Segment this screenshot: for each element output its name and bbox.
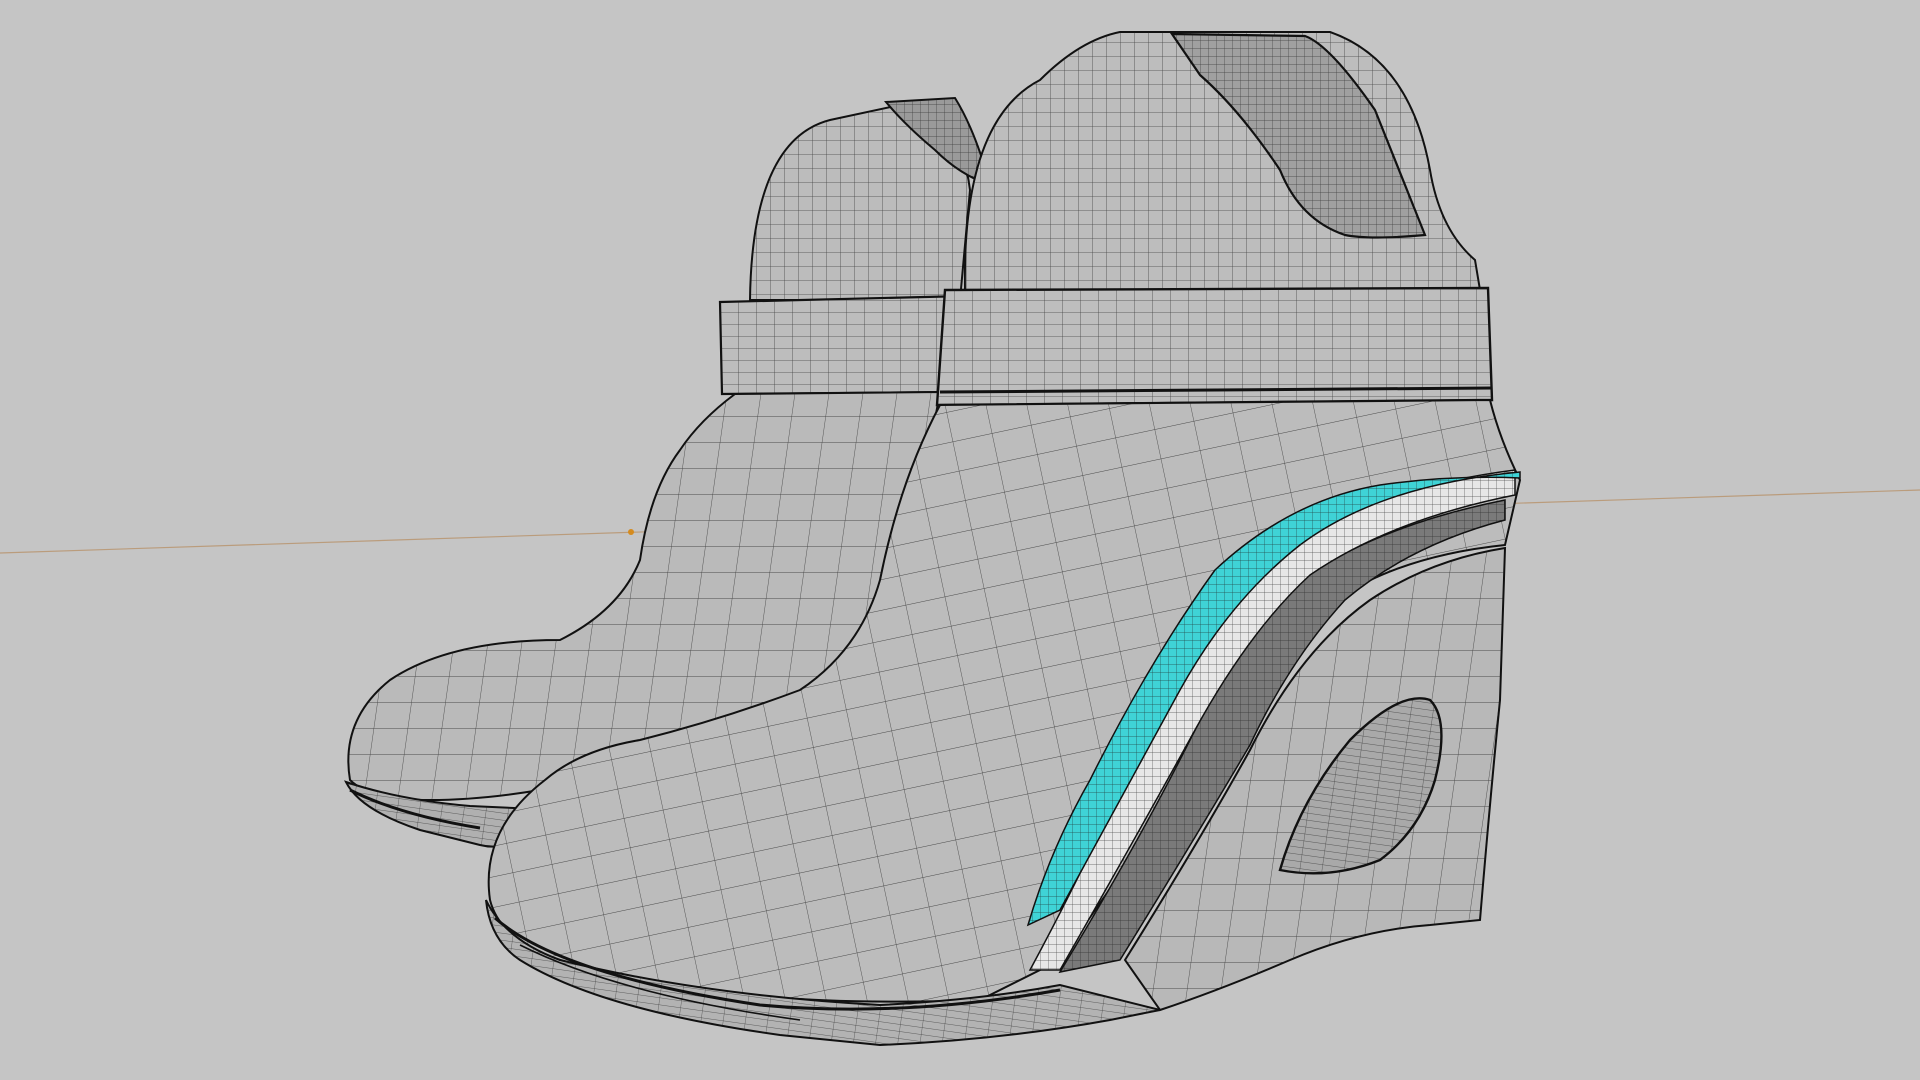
3d-viewport[interactable]: [0, 0, 1920, 1080]
origin-point: [628, 529, 634, 535]
viewport-scene[interactable]: [0, 0, 1920, 1080]
front-boot[interactable]: [485, 31, 1522, 1047]
